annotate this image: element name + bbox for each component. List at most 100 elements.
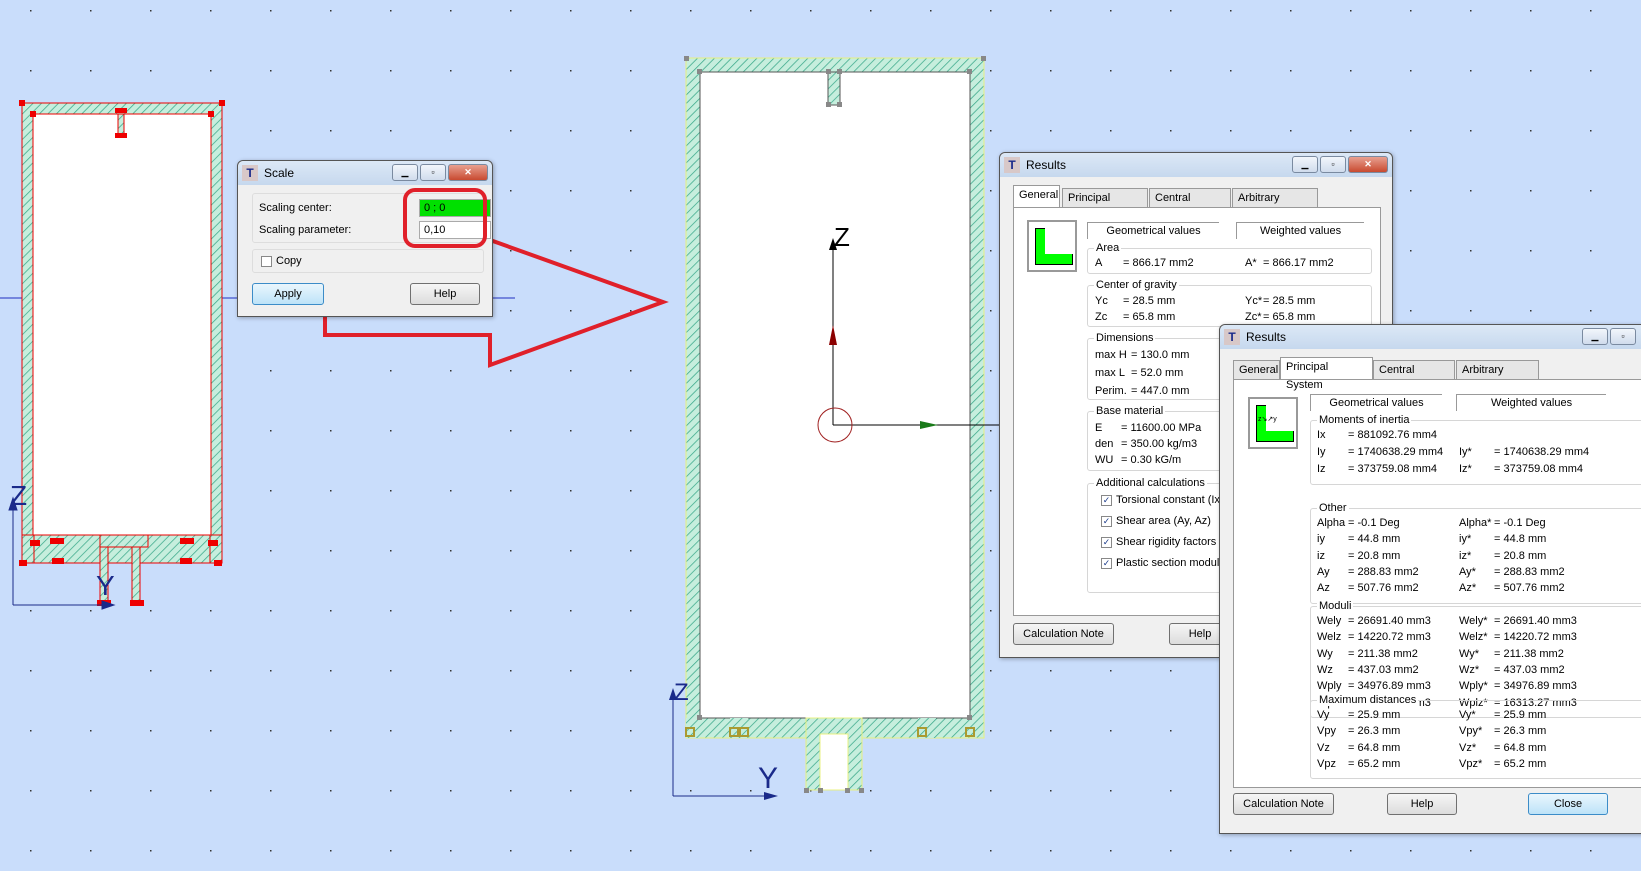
- label: Wz: [1317, 663, 1333, 676]
- label: Vz*: [1459, 741, 1477, 754]
- value: = 25.9 mm: [1348, 709, 1401, 721]
- label: Ay*: [1459, 565, 1476, 578]
- value: = 28.5 mm: [1263, 295, 1316, 307]
- label: Welz: [1317, 631, 1342, 644]
- minimize-button[interactable]: ▁: [392, 164, 418, 181]
- maximize-button[interactable]: ▫: [420, 164, 446, 181]
- label: Wz*: [1459, 663, 1480, 676]
- help-button[interactable]: Help: [1387, 793, 1457, 815]
- close-dialog-button[interactable]: Close: [1528, 793, 1608, 815]
- area-title: Area: [1094, 242, 1122, 254]
- app-icon: T: [242, 165, 258, 181]
- left-section[interactable]: [19, 100, 225, 606]
- label: WU: [1095, 454, 1114, 466]
- value: = 65.2 mm: [1348, 757, 1401, 770]
- close-button[interactable]: ✕: [1348, 156, 1388, 173]
- label: Zc*: [1245, 311, 1262, 323]
- additional-title: Additional calculations: [1094, 477, 1207, 489]
- results-title: Results: [1246, 330, 1287, 344]
- label: Vpy: [1317, 725, 1336, 738]
- center-of-gravity-group: Center of gravity Yc = 28.5 mm Yc* = 28.…: [1087, 279, 1372, 327]
- label: Vpz*: [1459, 757, 1483, 770]
- value: = 211.38 mm2: [1494, 647, 1564, 660]
- label: A*: [1245, 257, 1257, 269]
- value: = 1740638.29 mm4: [1348, 446, 1444, 458]
- label: Vz: [1317, 741, 1330, 754]
- label: iz*: [1459, 549, 1472, 562]
- tab-arbitrary-system[interactable]: Arbitrary System: [1232, 188, 1318, 222]
- shear-rigidity-checkbox[interactable]: ✓ Shear rigidity factors (W: [1101, 536, 1233, 548]
- tab-general[interactable]: General: [1013, 185, 1060, 207]
- group-title: Moments of inertia: [1317, 414, 1412, 426]
- results-tabs: General Principal System Central System …: [1233, 357, 1633, 394]
- material-title: Base material: [1094, 405, 1166, 417]
- copy-checkbox[interactable]: Copy: [261, 255, 302, 267]
- label: iy: [1317, 533, 1325, 546]
- value: = 373759.08 mm4: [1494, 463, 1583, 475]
- value: = -0.1 Deg: [1348, 517, 1400, 529]
- help-button[interactable]: Help: [410, 283, 480, 305]
- value: = 0.30 kG/m: [1121, 454, 1182, 466]
- tab-central-system[interactable]: Central System: [1373, 360, 1455, 394]
- value: = 437.03 mm2: [1348, 663, 1419, 676]
- value: = 1740638.29 mm4: [1494, 446, 1590, 458]
- label: Wply: [1317, 680, 1342, 693]
- tab-general[interactable]: General: [1233, 360, 1280, 379]
- value: = 65.2 mm: [1494, 757, 1547, 770]
- maximize-button[interactable]: ▫: [1320, 156, 1346, 173]
- label: Yc*: [1245, 295, 1263, 307]
- label: Wply*: [1459, 680, 1488, 693]
- scale-titlebar[interactable]: T Scale ▁ ▫ ✕: [238, 161, 492, 185]
- left-z-label: Z: [10, 480, 27, 511]
- torsional-constant-checkbox[interactable]: ✓ Torsional constant (Ix): [1101, 494, 1224, 506]
- results-titlebar[interactable]: T Results ▁ ▫ ✕: [1000, 153, 1392, 177]
- value: = -0.1 Deg: [1494, 517, 1546, 529]
- group-title: Other: [1317, 502, 1349, 514]
- scaling-parameter-label: Scaling parameter:: [259, 224, 352, 236]
- maximize-button[interactable]: ▫: [1610, 328, 1636, 345]
- value: = 65.8 mm: [1123, 311, 1176, 323]
- value: = 44.8 mm: [1348, 533, 1401, 546]
- value: = 26691.40 mm3: [1494, 615, 1577, 627]
- label: iz: [1317, 549, 1325, 562]
- copy-label: Copy: [276, 255, 302, 267]
- value: = 14220.72 mm3: [1348, 631, 1431, 644]
- geometrical-values-header: Geometrical values: [1087, 222, 1219, 239]
- value: = 447.0 mm: [1131, 385, 1190, 397]
- label: Alpha: [1317, 517, 1346, 529]
- shear-area-checkbox[interactable]: ✓ Shear area (Ay, Az): [1101, 515, 1211, 527]
- bottom-y-label: Y: [758, 762, 778, 795]
- minimize-button[interactable]: ▁: [1582, 328, 1608, 345]
- label: Welz*: [1459, 631, 1488, 644]
- apply-button[interactable]: Apply: [252, 283, 324, 305]
- value: = 437.03 mm2: [1494, 663, 1565, 676]
- value: = 881092.76 mm4: [1348, 429, 1437, 441]
- results-dialog-principal: T Results ▁ ▫ General Principal System C…: [1219, 324, 1641, 834]
- tab-principal-system[interactable]: Principal System: [1062, 188, 1148, 222]
- tab-principal-system[interactable]: Principal System: [1280, 357, 1373, 391]
- label: Wy: [1317, 647, 1333, 660]
- left-y-label: Y: [96, 570, 115, 601]
- label: Iy: [1317, 446, 1326, 458]
- value: = 64.8 mm: [1348, 741, 1401, 754]
- group-title: Moduli: [1317, 600, 1354, 612]
- value: = 866.17 mm2: [1123, 257, 1194, 269]
- label: A: [1095, 257, 1103, 269]
- label: Az: [1317, 582, 1330, 595]
- value: = 350.00 kg/m3: [1121, 438, 1198, 450]
- app-icon: T: [1224, 329, 1240, 345]
- close-button[interactable]: ✕: [448, 164, 488, 181]
- tab-central-system[interactable]: Central System: [1149, 188, 1231, 222]
- minimize-button[interactable]: ▁: [1292, 156, 1318, 173]
- calculation-note-button[interactable]: Calculation Note: [1233, 793, 1334, 815]
- bottom-z-label: Z: [674, 679, 689, 706]
- label: iy*: [1459, 533, 1472, 546]
- label: Vy: [1317, 709, 1330, 721]
- plastic-moduli-checkbox[interactable]: ✓ Plastic section moduli (: [1101, 557, 1229, 569]
- label: E: [1095, 422, 1103, 434]
- area-group: Area A = 866.17 mm2 A* = 866.17 mm2: [1087, 242, 1372, 274]
- maximum-distances-group: Maximum distances Vy = 25.9 mm Vy* = 25.9 mm…: [1310, 694, 1641, 780]
- tab-arbitrary-system[interactable]: Arbitrary System: [1456, 360, 1539, 394]
- calculation-note-button[interactable]: Calculation Note: [1013, 623, 1114, 645]
- results-titlebar[interactable]: T Results ▁ ▫: [1220, 325, 1641, 349]
